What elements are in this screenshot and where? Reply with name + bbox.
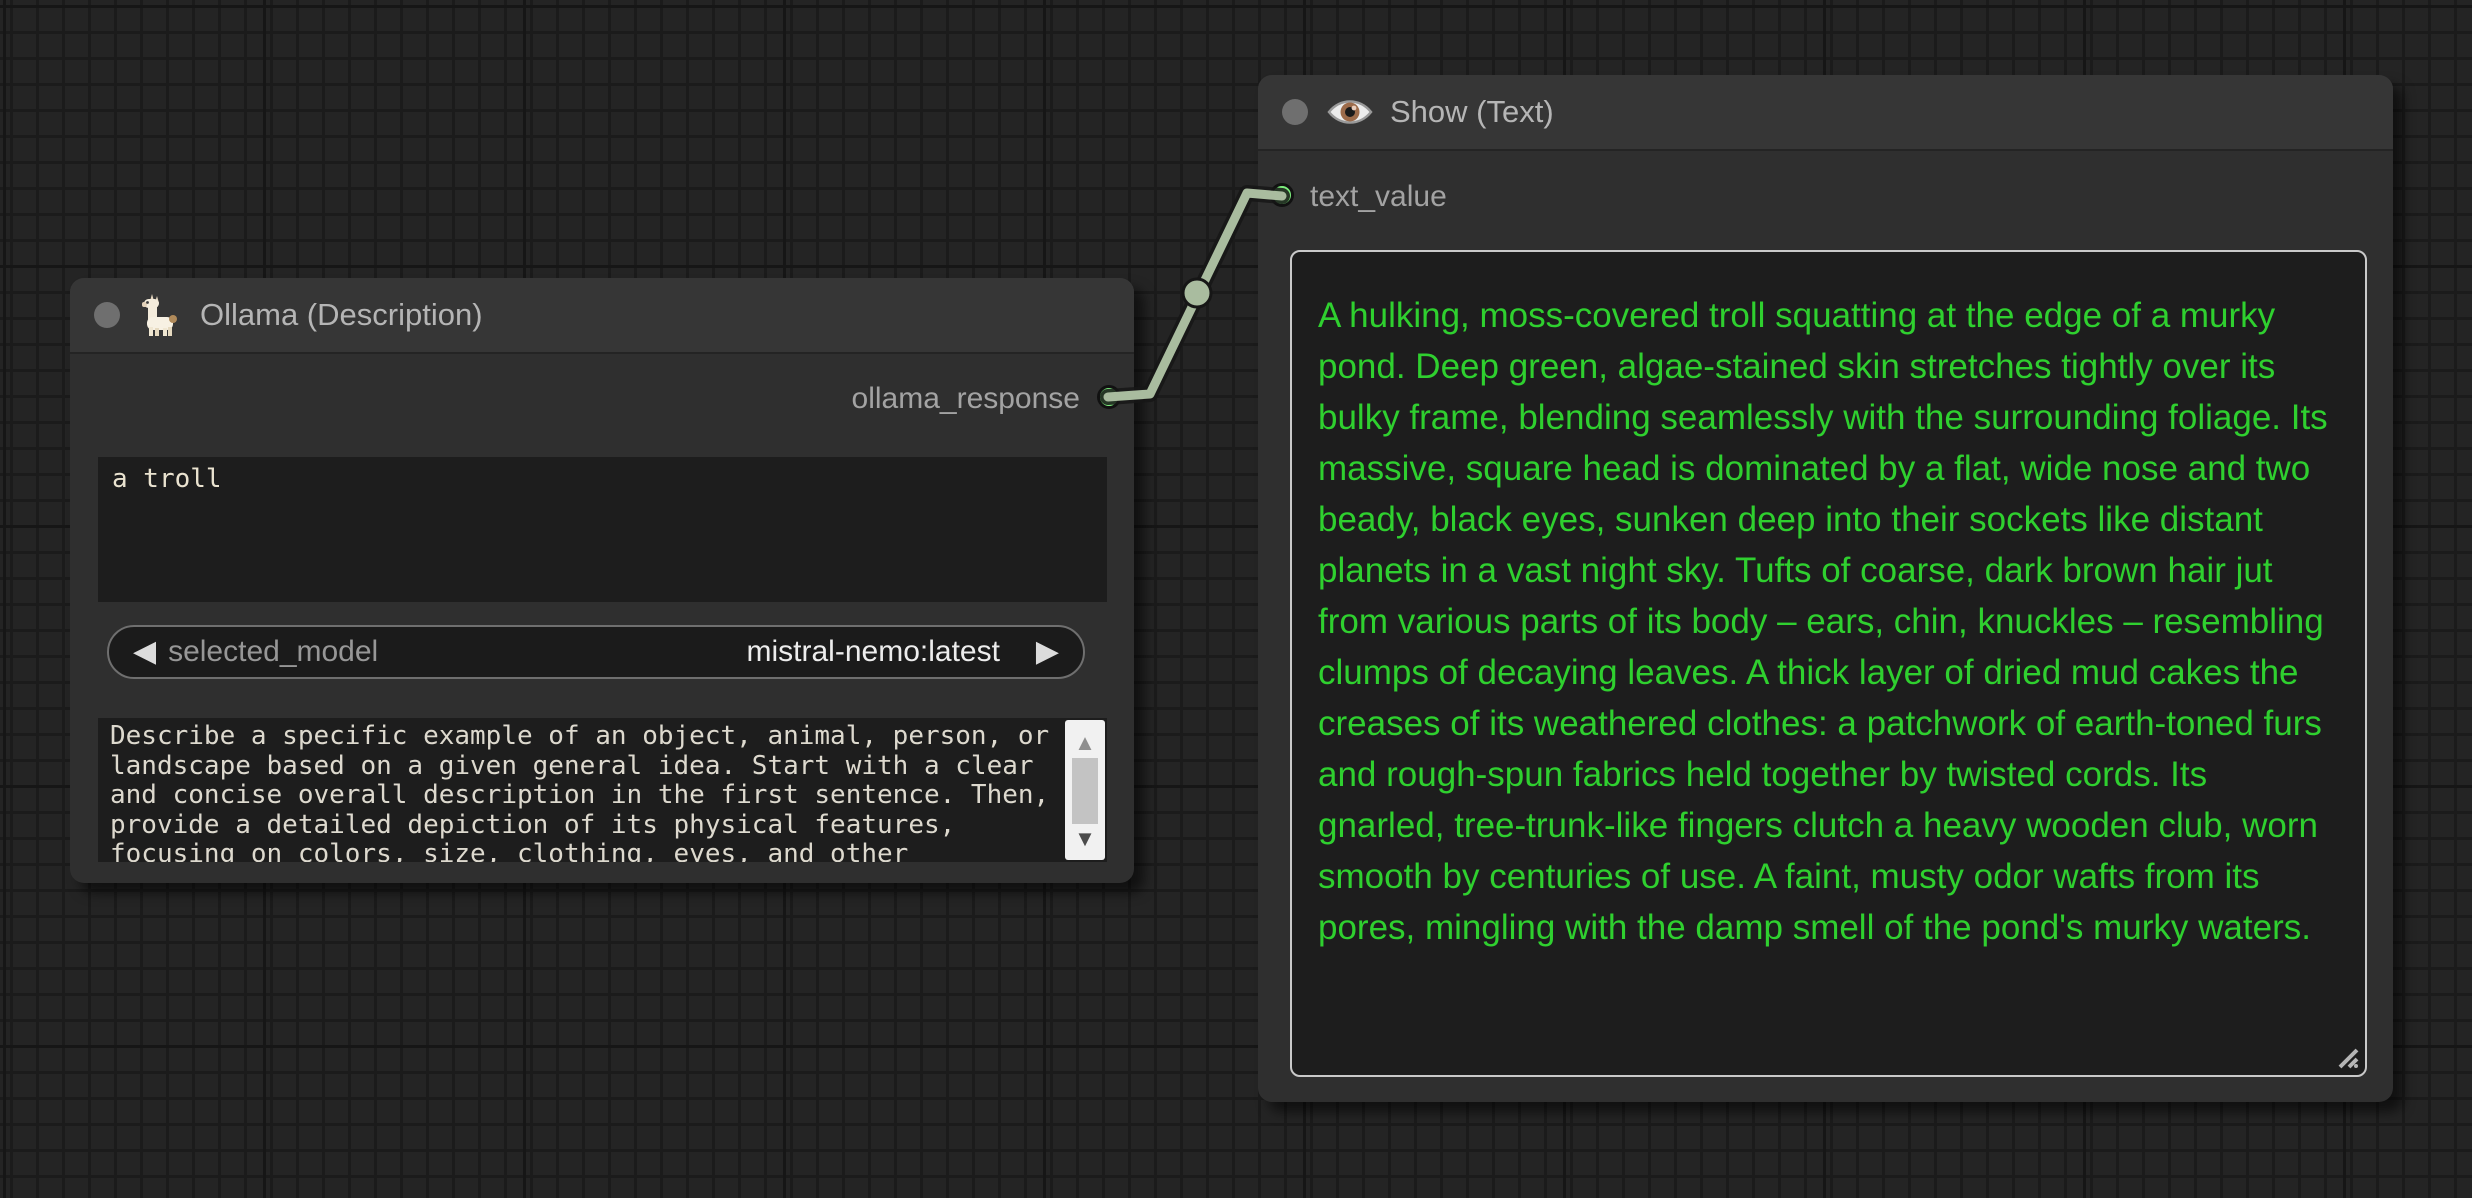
show-node-header[interactable]: Show (Text) [1258, 75, 2393, 151]
node-graph-canvas: Ollama (Description) ollama_response a t… [0, 0, 2472, 1198]
system-prompt-textarea[interactable]: Describe a specific example of an object… [98, 718, 1107, 862]
text-value-input-slot[interactable] [1270, 183, 1294, 207]
text-value-input-label: text_value [1310, 180, 1447, 213]
scroll-down-arrow-icon[interactable]: ▼ [1065, 828, 1105, 850]
ollama-response-output-label: ollama_response [851, 382, 1080, 415]
ollama-node-header[interactable]: Ollama (Description) [70, 278, 1134, 354]
collapse-toggle-icon[interactable] [1282, 99, 1308, 125]
combo-prev-arrow-icon[interactable]: ◀ [133, 637, 156, 667]
link-ollama-response-to-text-value[interactable] [1103, 188, 1287, 402]
shown-text: A hulking, moss-covered troll squatting … [1318, 296, 2328, 947]
resize-grip-icon[interactable] [2336, 1046, 2360, 1070]
node-ollama-description: Ollama (Description) ollama_response a t… [70, 278, 1134, 883]
link-midpoint-dot[interactable] [1181, 277, 1213, 309]
node-show-text: Show (Text) text_value A hulking, moss-c… [1258, 75, 2393, 1102]
llama-icon [138, 293, 184, 337]
ollama-response-output-slot[interactable] [1097, 385, 1121, 409]
combo-next-arrow-icon[interactable]: ▶ [1036, 637, 1059, 667]
scrollbar-thumb[interactable] [1072, 758, 1098, 824]
input-text-value: a troll [112, 464, 222, 494]
selected-model-combo[interactable]: ◀ selected_model mistral-nemo:latest ▶ [107, 625, 1085, 679]
ollama-node-title: Ollama (Description) [200, 297, 483, 332]
scroll-up-arrow-icon[interactable]: ▲ [1065, 732, 1105, 754]
link-shadow [1100, 185, 1290, 405]
combo-value: mistral-nemo:latest [746, 635, 1000, 668]
collapse-toggle-icon[interactable] [94, 302, 120, 328]
input-text-area[interactable]: a troll [98, 457, 1107, 602]
show-node-title: Show (Text) [1390, 94, 1554, 129]
prompt-scrollbar[interactable]: ▲ ▼ [1065, 720, 1105, 860]
eye-icon [1326, 96, 1374, 128]
text-display-area[interactable]: A hulking, moss-covered troll squatting … [1290, 250, 2367, 1077]
combo-label: selected_model [168, 635, 379, 668]
system-prompt-text: Describe a specific example of an object… [110, 721, 1050, 862]
